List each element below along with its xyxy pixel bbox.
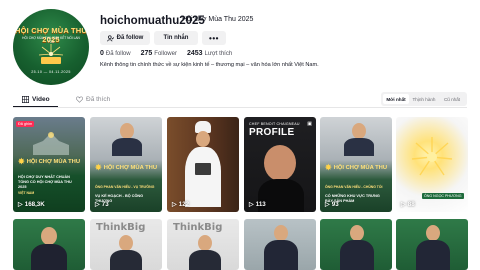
following-stat[interactable]: 0 Đã follow — [100, 50, 131, 57]
sunburst-graphic — [411, 137, 453, 176]
sort-popular[interactable]: Thịnh hành — [411, 94, 437, 104]
view-count: ▷ 122 — [172, 201, 189, 208]
video-caption: HỘI CHỢ DUY NHẤT CHUẨN TỔNG CỔ HỘI CHỢ M… — [18, 175, 72, 189]
play-icon: ▷ — [249, 201, 254, 208]
video-card[interactable]: Đã ghim ✸ HỘI CHỢ MÙA THU HỘI CHỢ DUY NH… — [13, 117, 85, 212]
star-icon: ✸ — [325, 163, 332, 172]
fair-logo: ✸ HỘI CHỢ MÙA THU — [95, 163, 158, 172]
video-card[interactable]: ÔNG NGỌC PHƯƠNG ▷ 88 — [396, 117, 468, 212]
likes-count: 2453 — [186, 50, 203, 57]
view-count: ▷ 168,3K — [18, 201, 45, 208]
followers-stat-label: Follower — [154, 51, 177, 57]
video-card[interactable]: ThinkBig — [167, 219, 239, 270]
fair-logo-text: HỘI CHỢ MÙA THU — [103, 165, 158, 171]
fair-logo: ✸ HỘI CHỢ MÙA THU — [18, 157, 81, 166]
view-count-value: 93 — [331, 201, 339, 208]
view-count-value: 122 — [178, 201, 190, 208]
sort-oldest[interactable]: Cũ nhất — [439, 94, 465, 104]
tab-liked-label: Đã thích — [86, 96, 111, 103]
play-icon: ▷ — [401, 201, 406, 208]
profile-avatar[interactable]: HỘI CHỢ MÙA THU 2025 HỘI CHỢ MÙA THU 202… — [13, 9, 89, 85]
video-card[interactable] — [396, 219, 468, 270]
view-count: ▷ 93 — [325, 201, 339, 208]
video-card[interactable]: ▷ 122 — [167, 117, 239, 212]
video-card[interactable]: ThinkBig — [90, 219, 162, 270]
sort-newest[interactable]: Mới nhất — [383, 94, 409, 104]
video-card[interactable] — [13, 219, 85, 270]
video-card[interactable]: ✸ HỘI CHỢ MÙA THU ÔNG PHAN VĂN HIẾU - CH… — [320, 117, 392, 212]
more-options-button[interactable]: ••• — [202, 31, 226, 45]
view-count-value: 113 — [255, 201, 266, 208]
star-icon: ✸ — [95, 163, 102, 172]
chef-name: CHEF BENOIT CHAIGNEAU — [249, 122, 300, 126]
view-count-value: 168,3K — [24, 201, 45, 208]
fair-building-graphic — [33, 132, 69, 155]
followers-count: 275 — [140, 50, 153, 57]
view-count: ▷ 88 — [401, 201, 415, 208]
grid-icon — [22, 96, 29, 103]
play-icon: ▷ — [325, 201, 330, 208]
play-icon: ▷ — [172, 201, 177, 208]
star-icon: ✸ — [18, 157, 25, 166]
message-label: Tin nhắn — [163, 35, 189, 41]
following-label: Đã follow — [116, 35, 144, 41]
video-card[interactable]: CHEF BENOIT CHAIGNEAU PROFILE ▣ ▷ 113 — [244, 117, 316, 212]
nickname: Hội chợ Mùa Thu 2025 — [182, 16, 254, 23]
followers-stat[interactable]: 275 Follower — [141, 50, 177, 57]
sort-toggle: Mới nhất Thịnh hành Cũ nhất — [381, 92, 467, 106]
tab-videos-label: Video — [32, 96, 50, 103]
play-icon: ▷ — [18, 201, 23, 208]
view-count-value: 73 — [101, 201, 109, 208]
more-icon: ••• — [209, 33, 219, 43]
following-count: 0 — [100, 50, 104, 57]
video-caption: ÔNG PHAN VĂN HIẾU - CHỦNG TỐI — [325, 185, 383, 189]
video-subcaption: VIỆT NAM — [18, 191, 35, 195]
view-count: ▷ 73 — [95, 201, 109, 208]
name-tag: ÔNG NGỌC PHƯƠNG — [422, 193, 464, 199]
video-caption: ÔNG PHAN VĂN HIẾU - VỤ TRƯỞNG — [95, 185, 155, 189]
avatar-dates: 25.10 — 04.11.2025 — [31, 70, 71, 74]
likes-stat: 2453 Lượt thích — [187, 50, 232, 57]
tab-liked[interactable]: Đã thích — [76, 96, 110, 103]
tab-videos[interactable]: Video — [22, 96, 50, 103]
user-check-icon — [106, 34, 114, 41]
tabs-divider — [13, 107, 467, 108]
following-stat-label: Đã follow — [105, 51, 131, 57]
profile-heading: PROFILE — [249, 127, 295, 138]
fireworks-icon — [38, 44, 64, 64]
profile-bio: Kênh thông tin chính thức về sự kiện kin… — [100, 62, 319, 68]
likes-stat-label: Lượt thích — [204, 51, 233, 57]
video-card[interactable]: ✸ HỘI CHỢ MÙA THU ÔNG PHAN VĂN HIẾU - VỤ… — [90, 117, 162, 212]
video-card[interactable] — [320, 219, 392, 270]
video-card[interactable] — [244, 219, 316, 270]
view-count-value: 88 — [407, 201, 415, 208]
message-button[interactable]: Tin nhắn — [154, 31, 198, 45]
fair-logo-text: HỘI CHỢ MÙA THU — [333, 165, 388, 171]
backdrop-text: ThinkBig — [96, 222, 146, 233]
heart-outline-icon — [76, 96, 83, 103]
profile-stats: 0 Đã follow 275 Follower 2453 Lượt thích — [100, 50, 232, 57]
backdrop-text: ThinkBig — [173, 222, 223, 233]
fair-logo: ✸ HỘI CHỢ MÙA THU — [325, 163, 388, 172]
fair-logo-text: HỘI CHỢ MÙA THU — [26, 159, 81, 165]
view-count: ▷ 113 — [249, 201, 266, 208]
play-icon: ▷ — [95, 201, 100, 208]
photo-mode-icon: ▣ — [307, 121, 312, 127]
following-button[interactable]: Đã follow — [100, 31, 150, 45]
